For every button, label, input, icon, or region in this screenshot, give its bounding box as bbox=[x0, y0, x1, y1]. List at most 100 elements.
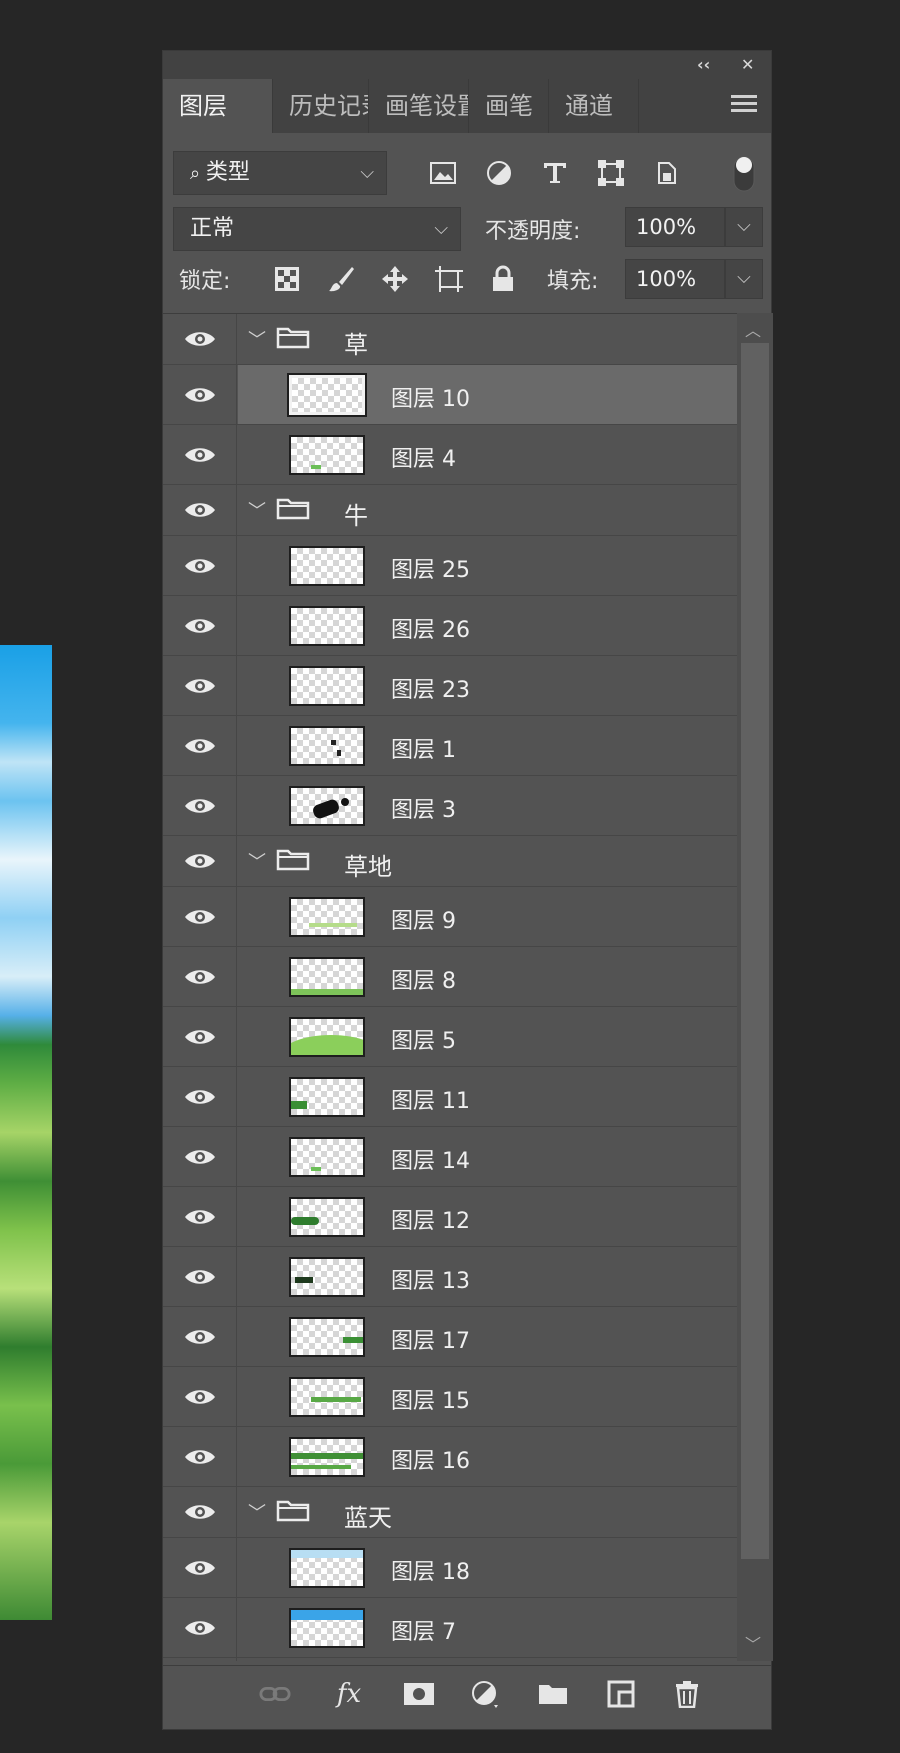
filter-kind-dropdown[interactable]: ⌕ 类型 ⌵ bbox=[173, 151, 387, 195]
adjustment-layer-icon[interactable] bbox=[469, 1678, 501, 1710]
layer-row[interactable]: 图层 26 bbox=[163, 596, 737, 656]
layer-row-body[interactable]: ﹀ 牛 bbox=[238, 485, 737, 535]
tab-layers[interactable]: 图层 bbox=[163, 79, 273, 133]
fx-icon[interactable]: fx bbox=[333, 1678, 365, 1710]
image-filter-icon[interactable] bbox=[427, 157, 459, 189]
layer-row-body[interactable]: 图层 3 bbox=[238, 776, 737, 835]
visibility-eye-icon[interactable] bbox=[163, 1127, 237, 1186]
layer-row-body[interactable]: 图层 4 bbox=[238, 425, 737, 484]
layer-row[interactable]: 图层 12 bbox=[163, 1187, 737, 1247]
layer-row-body[interactable]: 图层 17 bbox=[238, 1307, 737, 1366]
visibility-eye-icon[interactable] bbox=[163, 1247, 237, 1306]
layer-row-body[interactable]: 图层 12 bbox=[238, 1187, 737, 1246]
layer-group-row[interactable]: ﹀ 蓝天 bbox=[163, 1487, 737, 1538]
lock-image-pixels-icon[interactable] bbox=[325, 263, 357, 295]
layer-list-scrollbar[interactable]: ︿ ﹀ bbox=[737, 313, 773, 1661]
visibility-eye-icon[interactable] bbox=[163, 656, 237, 715]
layer-row[interactable]: 图层 11 bbox=[163, 1067, 737, 1127]
group-expand-chevron-icon[interactable]: ﹀ bbox=[248, 1499, 266, 1525]
layer-row-body[interactable]: 图层 16 bbox=[238, 1427, 737, 1486]
visibility-eye-icon[interactable] bbox=[163, 836, 237, 886]
layer-group-row[interactable]: ﹀ 草地 bbox=[163, 836, 737, 887]
visibility-eye-icon[interactable] bbox=[163, 1598, 237, 1657]
shape-filter-icon[interactable] bbox=[595, 157, 627, 189]
opacity-input[interactable]: 100% bbox=[625, 207, 725, 247]
visibility-eye-icon[interactable] bbox=[163, 1067, 237, 1126]
layer-row[interactable]: 图层 23 bbox=[163, 656, 737, 716]
layer-row-body[interactable]: 图层 13 bbox=[238, 1247, 737, 1306]
layer-row-body[interactable]: 图层 18 bbox=[238, 1538, 737, 1597]
visibility-eye-icon[interactable] bbox=[163, 425, 237, 484]
layer-row[interactable]: 图层 5 bbox=[163, 1007, 737, 1067]
layer-row[interactable]: 图层 18 bbox=[163, 1538, 737, 1598]
visibility-eye-icon[interactable] bbox=[163, 1187, 237, 1246]
layer-row-body[interactable]: ﹀ 蓝天 bbox=[238, 1487, 737, 1537]
tab-brushes[interactable]: 画笔 bbox=[469, 79, 549, 133]
visibility-eye-icon[interactable] bbox=[163, 947, 237, 1006]
visibility-eye-icon[interactable] bbox=[163, 485, 237, 535]
layer-row[interactable]: 图层 16 bbox=[163, 1427, 737, 1487]
fill-input[interactable]: 100% bbox=[625, 259, 725, 299]
lock-position-icon[interactable] bbox=[379, 263, 411, 295]
scroll-down-icon[interactable]: ﹀ bbox=[745, 1631, 761, 1655]
tab-channels[interactable]: 通道 bbox=[549, 79, 639, 133]
visibility-eye-icon[interactable] bbox=[163, 1307, 237, 1366]
layer-row[interactable]: 图层 13 bbox=[163, 1247, 737, 1307]
layer-row-body[interactable]: 图层 5 bbox=[238, 1007, 737, 1066]
layer-row[interactable]: 图层 25 bbox=[163, 536, 737, 596]
layer-row[interactable]: 图层 7 bbox=[163, 1598, 737, 1658]
layer-group-row[interactable]: ﹀ 草 bbox=[163, 314, 737, 365]
layer-row-body[interactable]: 图层 8 bbox=[238, 947, 737, 1006]
collapse-panel-button[interactable]: ‹‹ bbox=[697, 55, 710, 74]
layer-row-body[interactable]: 图层 25 bbox=[238, 536, 737, 595]
add-mask-icon[interactable] bbox=[403, 1678, 435, 1710]
layer-row[interactable]: 图层 3 bbox=[163, 776, 737, 836]
visibility-eye-icon[interactable] bbox=[163, 596, 237, 655]
layer-row-body[interactable]: 图层 7 bbox=[238, 1598, 737, 1657]
layer-row[interactable]: 图层 9 bbox=[163, 887, 737, 947]
layer-row-body[interactable]: 图层 23 bbox=[238, 656, 737, 715]
scroll-up-icon[interactable]: ︿ bbox=[745, 317, 761, 341]
visibility-eye-icon[interactable] bbox=[163, 1427, 237, 1486]
visibility-eye-icon[interactable] bbox=[163, 887, 237, 946]
visibility-eye-icon[interactable] bbox=[163, 1367, 237, 1426]
tab-history[interactable]: 历史记录 bbox=[273, 79, 369, 133]
layer-row[interactable]: 图层 10 bbox=[163, 365, 737, 425]
panel-menu-icon[interactable] bbox=[731, 95, 757, 117]
layer-row-body[interactable]: 图层 15 bbox=[238, 1367, 737, 1426]
visibility-eye-icon[interactable] bbox=[163, 1007, 237, 1066]
group-expand-chevron-icon[interactable]: ﹀ bbox=[248, 848, 266, 874]
layer-row[interactable]: 图层 8 bbox=[163, 947, 737, 1007]
layer-row[interactable]: 图层 6 bbox=[163, 1658, 737, 1661]
layer-row[interactable]: 图层 17 bbox=[163, 1307, 737, 1367]
layer-row-body[interactable]: 图层 26 bbox=[238, 596, 737, 655]
group-expand-chevron-icon[interactable]: ﹀ bbox=[248, 497, 266, 523]
layer-row[interactable]: 图层 15 bbox=[163, 1367, 737, 1427]
type-filter-icon[interactable] bbox=[539, 157, 571, 189]
delete-layer-icon[interactable] bbox=[671, 1678, 703, 1710]
visibility-eye-icon[interactable] bbox=[163, 536, 237, 595]
link-layers-icon[interactable] bbox=[259, 1678, 291, 1710]
layer-row-body[interactable]: 图层 11 bbox=[238, 1067, 737, 1126]
smart-object-filter-icon[interactable] bbox=[651, 157, 683, 189]
opacity-slider-toggle[interactable]: ⌵ bbox=[725, 207, 763, 247]
layer-row-body[interactable]: 图层 14 bbox=[238, 1127, 737, 1186]
lock-transparent-pixels-icon[interactable] bbox=[271, 263, 303, 295]
lock-artboard-icon[interactable] bbox=[433, 263, 465, 295]
layer-group-row[interactable]: ﹀ 牛 bbox=[163, 485, 737, 536]
adjustment-filter-icon[interactable] bbox=[483, 157, 515, 189]
visibility-eye-icon[interactable] bbox=[163, 314, 237, 364]
visibility-eye-icon[interactable] bbox=[163, 1487, 237, 1537]
new-group-icon[interactable] bbox=[537, 1678, 569, 1710]
filter-toggle-icon[interactable] bbox=[731, 151, 757, 195]
layer-row-body[interactable]: 图层 9 bbox=[238, 887, 737, 946]
layer-row[interactable]: 图层 14 bbox=[163, 1127, 737, 1187]
tab-brush-settings[interactable]: 画笔设置 bbox=[369, 79, 469, 133]
layer-row-body[interactable]: 图层 10 bbox=[238, 365, 737, 424]
layer-row-body[interactable]: 图层 6 bbox=[238, 1658, 737, 1661]
blend-mode-dropdown[interactable]: 正常 ⌵ bbox=[173, 207, 461, 251]
layer-row-body[interactable]: ﹀ 草 bbox=[238, 314, 737, 364]
visibility-eye-icon[interactable] bbox=[163, 365, 237, 424]
layer-row-body[interactable]: ﹀ 草地 bbox=[238, 836, 737, 886]
scroll-thumb[interactable] bbox=[741, 343, 769, 1559]
